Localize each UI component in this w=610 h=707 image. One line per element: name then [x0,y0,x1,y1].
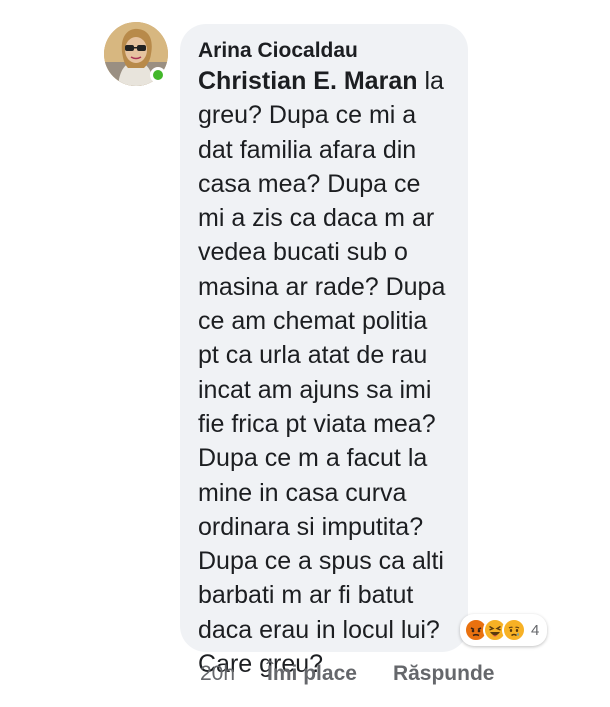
reactions-summary[interactable]: 4 [460,614,548,646]
comment-timestamp[interactable]: 20h [200,662,235,686]
like-button[interactable]: Îmi place [267,662,357,686]
sad-icon [502,618,526,642]
comment-bubble: Arina Ciocaldau Christian E. Maran la gr… [180,24,468,678]
comment-body: la greu? Dupa ce mi a dat familia afara … [198,67,446,679]
online-status-indicator [150,67,166,83]
comment-actions: 20h Îmi place Răspunde [200,660,530,688]
mention-link[interactable]: Christian E. Maran [198,67,418,95]
reaction-count: 4 [531,621,540,639]
reply-button[interactable]: Răspunde [393,662,495,686]
comment-text: Christian E. Maran la greu? Dupa ce mi a… [198,64,450,681]
comment-author[interactable]: Arina Ciocaldau [198,38,450,64]
